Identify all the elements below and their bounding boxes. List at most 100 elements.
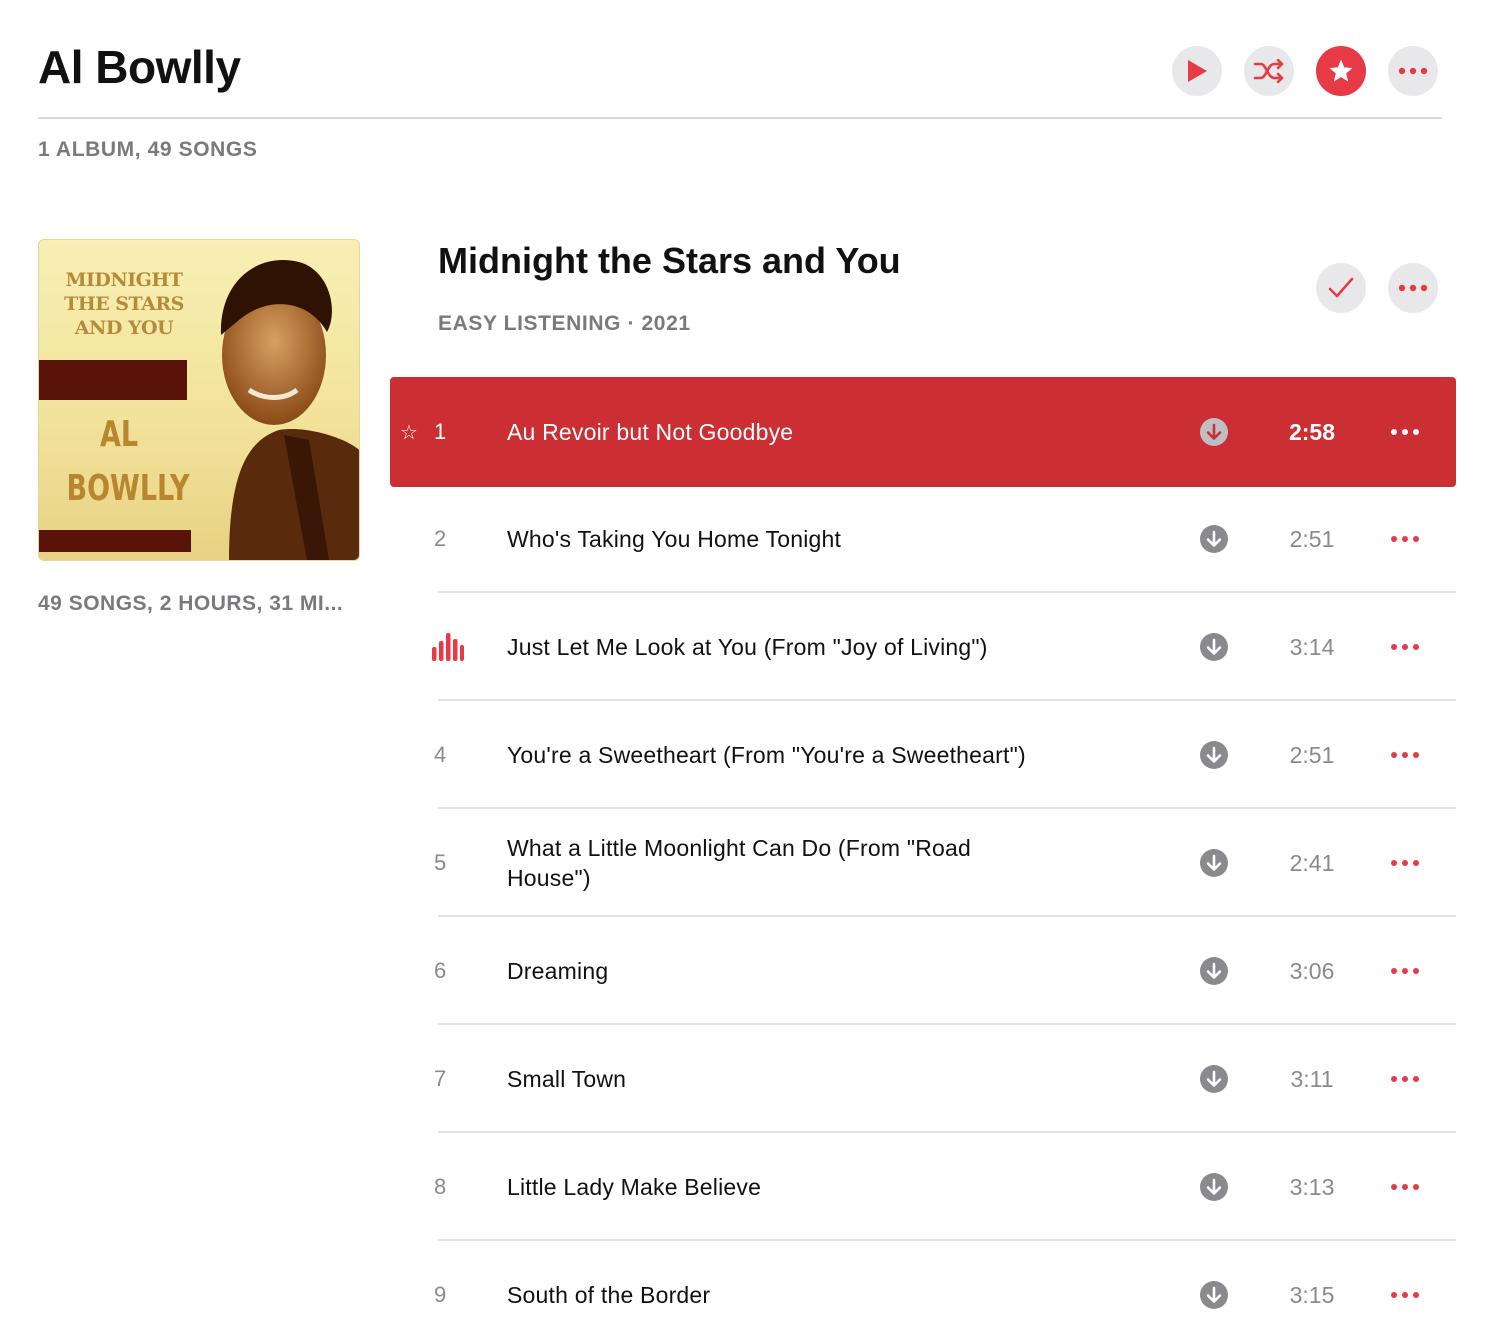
track-number: 6: [434, 958, 447, 983]
more-icon: [1391, 1292, 1419, 1298]
track-row[interactable]: 5 What a Little Moonlight Can Do (From "…: [390, 809, 1456, 917]
track-row[interactable]: 2 Who's Taking You Home Tonight 2:51: [390, 485, 1456, 593]
more-button[interactable]: [1388, 46, 1438, 96]
track-duration: 3:13: [1289, 1173, 1335, 1200]
download-icon: [1200, 1281, 1228, 1309]
track-title: Small Town: [507, 1066, 627, 1092]
more-icon: [1398, 67, 1428, 75]
track-title: Au Revoir but Not Goodbye: [507, 419, 794, 445]
track-more-button[interactable]: [1390, 1025, 1420, 1133]
more-icon: [1391, 429, 1419, 435]
star-icon: [1329, 59, 1353, 82]
download-button[interactable]: [1199, 1241, 1229, 1342]
shuffle-icon: [1253, 59, 1284, 83]
download-icon: [1200, 957, 1228, 985]
favorite-star-icon[interactable]: ☆: [400, 377, 418, 487]
artist-summary: 1 ALBUM, 49 SONGS: [38, 138, 258, 161]
track-duration: 2:41: [1289, 849, 1335, 876]
track-row[interactable]: ☆ 1 Au Revoir but Not Goodbye 2:58: [390, 377, 1456, 487]
download-icon: [1200, 741, 1228, 769]
more-icon: [1391, 752, 1419, 758]
play-button[interactable]: [1172, 46, 1222, 96]
track-row[interactable]: 7 Small Town 3:11: [390, 1025, 1456, 1133]
track-more-button[interactable]: [1390, 593, 1420, 701]
track-title: Who's Taking You Home Tonight: [507, 526, 842, 552]
now-playing-icon: [432, 593, 464, 701]
track-more-button[interactable]: [1390, 701, 1420, 809]
track-number: 4: [434, 742, 447, 767]
artwork-title-text: MIDNIGHT THE STARS AND YOU: [64, 269, 184, 339]
track-duration: 3:06: [1289, 957, 1335, 984]
track-number: 2: [434, 526, 447, 551]
album-more-button[interactable]: [1388, 263, 1438, 313]
download-icon: [1200, 418, 1228, 446]
album-artwork[interactable]: MIDNIGHT THE STARS AND YOU AL BOWLLY: [38, 239, 360, 561]
download-button[interactable]: [1199, 377, 1229, 487]
artwork-artist-text: AL BOWLLY: [66, 414, 190, 509]
track-duration: 3:11: [1290, 1065, 1334, 1092]
checkmark-icon: [1328, 277, 1354, 298]
album-meta: 49 SONGS, 2 HOURS, 31 MI...: [38, 592, 344, 615]
artwork-portrait: [220, 260, 359, 560]
more-icon: [1391, 1076, 1419, 1082]
download-icon: [1200, 1065, 1228, 1093]
more-icon: [1391, 644, 1419, 650]
track-duration: 3:14: [1289, 633, 1335, 660]
artist-actions: [1172, 46, 1438, 96]
track-title: You're a Sweetheart (From "You're a Swee…: [507, 742, 1026, 768]
more-icon: [1391, 536, 1419, 542]
track-more-button[interactable]: [1390, 1241, 1420, 1342]
track-row[interactable]: 9 South of the Border 3:15: [390, 1241, 1456, 1342]
track-duration: 3:15: [1289, 1281, 1335, 1308]
track-more-button[interactable]: [1390, 377, 1420, 487]
album-actions: [1316, 263, 1438, 313]
track-duration: 2:58: [1288, 418, 1336, 445]
more-icon: [1398, 284, 1428, 292]
track-row[interactable]: 8 Little Lady Make Believe 3:13: [390, 1133, 1456, 1241]
track-row[interactable]: Just Let Me Look at You (From "Joy of Li…: [390, 593, 1456, 701]
track-row[interactable]: 4 You're a Sweetheart (From "You're a Sw…: [390, 701, 1456, 809]
album-genre-year: EASY LISTENING · 2021: [438, 312, 691, 335]
play-icon: [1188, 60, 1207, 82]
added-to-library-button[interactable]: [1316, 263, 1366, 313]
download-icon: [1200, 1173, 1228, 1201]
artwork-band: [39, 360, 187, 400]
more-icon: [1391, 860, 1419, 866]
track-row[interactable]: 6 Dreaming 3:06: [390, 917, 1456, 1025]
track-more-button[interactable]: [1390, 1133, 1420, 1241]
download-button[interactable]: [1199, 593, 1229, 701]
header-divider: [38, 117, 1442, 119]
track-more-button[interactable]: [1390, 917, 1420, 1025]
track-number: 7: [434, 1066, 447, 1091]
download-button[interactable]: [1199, 701, 1229, 809]
more-icon: [1391, 1184, 1419, 1190]
download-button[interactable]: [1199, 485, 1229, 593]
download-button[interactable]: [1199, 917, 1229, 1025]
track-duration: 2:51: [1289, 525, 1335, 552]
track-number: 5: [434, 850, 447, 875]
track-number: 8: [434, 1174, 447, 1199]
album-title[interactable]: Midnight the Stars and You: [438, 240, 901, 282]
track-more-button[interactable]: [1390, 809, 1420, 917]
track-title: What a Little Moonlight Can Do (From "Ro…: [507, 835, 971, 891]
download-icon: [1200, 633, 1228, 661]
download-icon: [1200, 849, 1228, 877]
track-list: ☆ 1 Au Revoir but Not Goodbye 2:58 2 Who…: [390, 377, 1456, 1342]
track-title: South of the Border: [507, 1282, 711, 1308]
track-duration: 2:51: [1289, 741, 1335, 768]
artist-title: Al Bowlly: [38, 41, 241, 93]
shuffle-button[interactable]: [1244, 46, 1294, 96]
track-title: Dreaming: [507, 958, 609, 984]
track-more-button[interactable]: [1390, 485, 1420, 593]
favorite-button[interactable]: [1316, 46, 1366, 96]
download-button[interactable]: [1199, 1025, 1229, 1133]
download-button[interactable]: [1199, 1133, 1229, 1241]
track-number: 9: [434, 1282, 447, 1307]
track-title: Just Let Me Look at You (From "Joy of Li…: [507, 634, 988, 660]
download-icon: [1200, 525, 1228, 553]
track-title: Little Lady Make Believe: [507, 1174, 762, 1200]
download-button[interactable]: [1199, 809, 1229, 917]
artist-page: Al Bowlly 1 ALBUM, 49 SONGS MIDNIGHT THE…: [0, 0, 1488, 1342]
artwork-band: [39, 530, 191, 552]
more-icon: [1391, 968, 1419, 974]
